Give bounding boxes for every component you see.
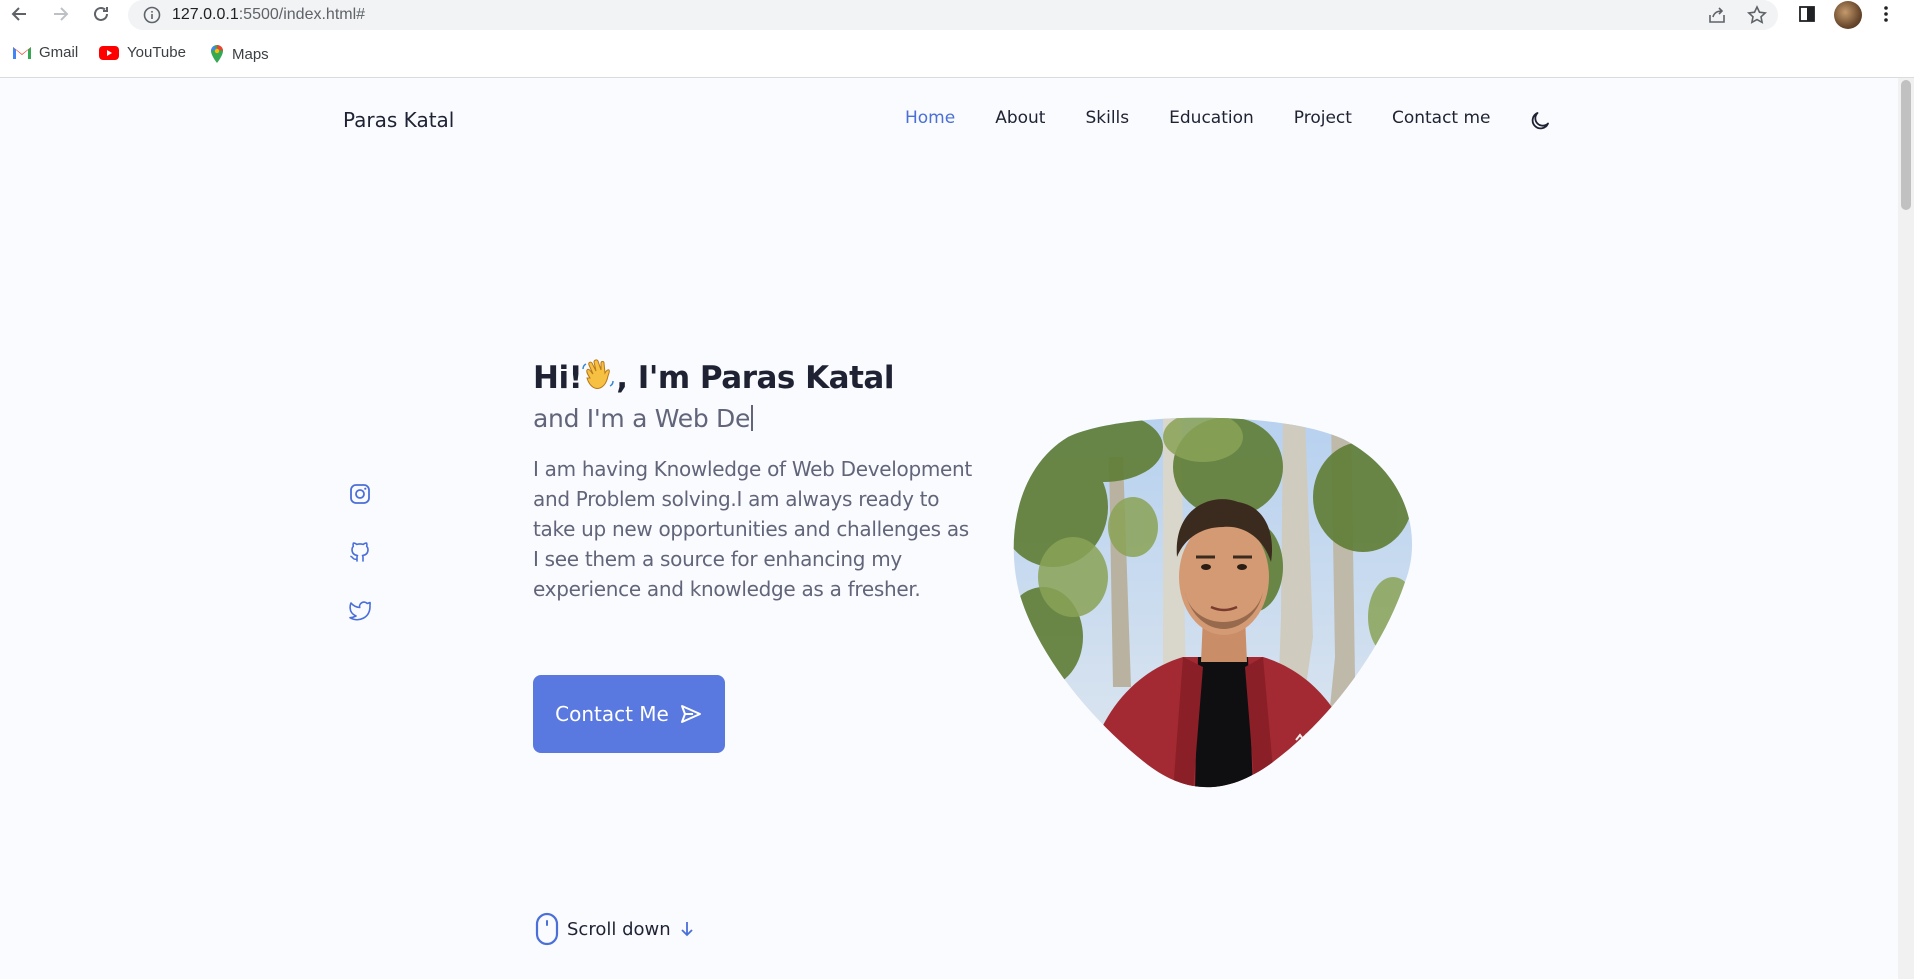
star-icon[interactable] [1746, 4, 1768, 26]
nav-item-contact[interactable]: Contact me [1392, 108, 1491, 128]
hero-title-name: , I'm Paras Katal [616, 360, 894, 396]
hero-description: I am having Knowledge of Web Development… [533, 457, 972, 601]
bookmark-gmail[interactable]: Gmail [12, 44, 78, 61]
main-nav: Home About Skills Education Project Cont… [905, 108, 1531, 128]
reload-icon [94, 6, 108, 21]
maps-pin-icon [211, 45, 223, 63]
browser-chrome: 127.0.0.1:5500/index.html# Gmail YouTube… [0, 0, 1914, 78]
bookmark-label: Gmail [39, 44, 79, 61]
nav-item-education[interactable]: Education [1169, 108, 1254, 128]
address-bar[interactable]: 127.0.0.1:5500/index.html# [128, 0, 1778, 30]
typing-cursor [751, 405, 754, 431]
menu-button[interactable] [1874, 2, 1898, 26]
profile-avatar[interactable] [1834, 1, 1862, 29]
instagram-icon[interactable] [348, 482, 372, 506]
hero-typing-subtitle: and I'm a Web De [533, 404, 754, 433]
mouse-icon [535, 912, 559, 946]
nav-item-about[interactable]: About [995, 108, 1045, 128]
nav-item-home[interactable]: Home [905, 108, 955, 128]
bookmarks-bar: Gmail YouTube Maps [0, 40, 1914, 70]
hero-title: Hi! , I'm Paras Katal [533, 358, 894, 396]
bookmark-youtube[interactable]: YouTube [98, 44, 186, 61]
twitter-icon[interactable] [348, 598, 372, 622]
url-text[interactable]: 127.0.0.1:5500/index.html# [172, 6, 365, 24]
scroll-down-link[interactable]: Scroll down [535, 912, 695, 946]
arrow-down-icon [681, 922, 693, 937]
moon-icon[interactable] [1528, 109, 1552, 133]
portfolio-page: Paras Katal Home About Skills Education … [0, 78, 1898, 979]
nav-item-skills[interactable]: Skills [1085, 108, 1129, 128]
typing-text: and I'm a Web De [533, 404, 751, 433]
back-button[interactable] [8, 2, 32, 26]
bookmark-label: Maps [232, 45, 269, 63]
scrollbar-thumb[interactable] [1901, 80, 1911, 210]
info-icon[interactable] [142, 5, 162, 25]
send-icon [680, 705, 701, 723]
gmail-icon [13, 46, 31, 59]
youtube-icon [99, 45, 119, 60]
bookmark-maps[interactable]: Maps [209, 44, 269, 64]
url-path: :5500/index.html# [238, 6, 366, 23]
arrow-left-icon [11, 7, 26, 21]
contact-me-button[interactable]: Contact Me [533, 675, 725, 753]
contact-me-label: Contact Me [555, 702, 669, 726]
share-icon[interactable] [1706, 4, 1728, 26]
arrow-right-icon [54, 7, 69, 21]
url-host: 127.0.0.1 [172, 6, 239, 23]
github-icon[interactable] [348, 540, 372, 564]
site-logo[interactable]: Paras Katal [343, 108, 454, 132]
profile-photo [1013, 417, 1413, 788]
nav-item-project[interactable]: Project [1294, 108, 1352, 128]
side-panel-button[interactable] [1795, 2, 1819, 26]
waving-hand-icon [582, 359, 614, 389]
page-scrollbar[interactable] [1898, 78, 1914, 979]
forward-button[interactable] [48, 2, 72, 26]
hero-title-greeting: Hi! [533, 360, 583, 396]
side-panel-icon [1799, 6, 1815, 22]
browser-toolbar: 127.0.0.1:5500/index.html# [0, 0, 1914, 30]
scroll-down-label: Scroll down [567, 918, 671, 940]
kebab-menu-icon [1884, 6, 1888, 22]
bookmark-label: YouTube [127, 44, 186, 61]
reload-button[interactable] [89, 2, 113, 26]
